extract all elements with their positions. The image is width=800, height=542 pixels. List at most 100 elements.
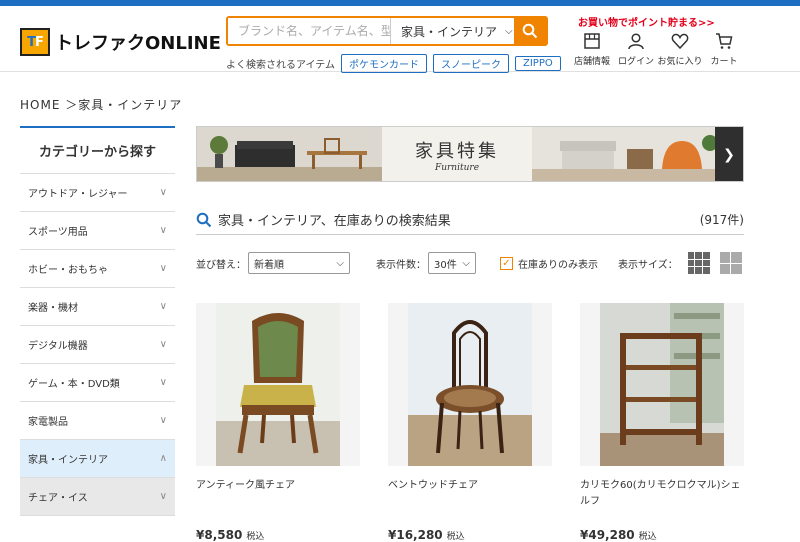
chevron-right-icon[interactable]: ❯ [715,127,743,181]
cart-icon [716,33,733,49]
cart-button[interactable]: カート [702,32,746,67]
per-page-value: 30件 [434,259,457,271]
banner-title: 家具特集 [415,141,499,162]
logo-text: トレファクONLINE [55,33,221,54]
product-name[interactable]: アンティーク風チェア [196,478,360,514]
sidebar-item-sports[interactable]: スポーツ用品 ∨ [20,212,175,250]
popular-tag[interactable]: ZIPPO [515,56,561,71]
chevron-down-icon: ∨ [159,301,167,312]
sidebar-item-label: 楽器・機材 [28,303,78,314]
search-button[interactable] [514,18,546,44]
sidebar-item-digital[interactable]: デジタル機器 ∨ [20,326,175,364]
banner-photo-right [532,127,717,181]
sidebar-item-label: ゲーム・本・DVD類 [28,379,120,390]
results-heading: 家具・インテリア、在庫ありの検索結果 (917件) [196,205,744,235]
login-button[interactable]: ログイン [614,32,658,67]
chevron-down-icon: ∨ [159,415,167,426]
search-input[interactable] [228,18,390,44]
per-page-label: 表示件数： [376,259,426,271]
store-info-button[interactable]: 店舗情報 [570,32,614,67]
points-promo-link[interactable]: お買い物でポイント貯まる>> [578,14,715,29]
sidebar-item-outdoor[interactable]: アウトドア・レジャー ∨ [20,174,175,212]
breadcrumb-home[interactable]: HOME [20,98,60,112]
banner-subtitle: Furniture [434,163,480,173]
results-count: (917件) [699,213,744,227]
sidebar-item-label: 家電製品 [28,417,68,428]
product-name[interactable]: カリモク60(カリモクロクマル)シェルフ [580,478,744,514]
store-icon [584,33,600,49]
product-price: ¥49,280 税込 [580,528,744,542]
popular-tag[interactable]: ポケモンカード [341,54,427,73]
site-header: TF トレファクONLINE 家具・インテリア ⌵ よく検索されるアイテム ポケ… [0,6,800,73]
user-icon [628,33,644,50]
popular-tag[interactable]: スノーピーク [433,54,509,73]
furniture-feature-banner[interactable]: 家具特集 Furniture ❯ [196,126,744,182]
product-card[interactable]: カリモク60(カリモクロクマル)シェルフ ¥49,280 税込 [580,303,744,542]
product-name[interactable]: ベントウッドチェア [388,478,552,514]
list-controls: 並び替え： 新着順 ⌵ 表示件数： 30件 ⌵ ✓ 在庫ありのみ表示 表示サイズ… [196,250,744,276]
shelf-image [600,303,724,466]
sort-label: 並び替え： [196,259,246,271]
product-price-value: ¥49,280 [580,528,635,542]
sidebar-item-hobby[interactable]: ホビー・おもちゃ ∨ [20,250,175,288]
product-card[interactable]: ベントウッドチェア ¥16,280 税込 [388,303,552,542]
breadcrumb: HOME ＞家具・インテリア [20,96,182,113]
search-icon [522,23,538,39]
chevron-down-icon: ∨ [159,491,167,502]
sidebar-item-label: 家具・インテリア [28,455,108,466]
chevron-down-icon: ⌵ [336,257,344,269]
search-category-select[interactable]: 家具・インテリア ⌵ [390,18,514,44]
chevron-down-icon: ⌵ [462,257,470,269]
chevron-up-icon: ∧ [159,453,167,464]
store-info-label: 店舗情報 [573,57,610,67]
sidebar-title: カテゴリーから探す [20,126,175,174]
favorites-button[interactable]: お気に入り [658,32,703,67]
sidebar-item-label: アウトドア・レジャー [28,189,128,200]
tax-label: 税込 [446,532,465,542]
sidebar-item-appliances[interactable]: 家電製品 ∨ [20,402,175,440]
product-card[interactable]: アンティーク風チェア ¥8,580 税込 [196,303,360,542]
header-icon-nav: 店舗情報 ログイン お気に入り カート [570,32,746,67]
in-stock-checkbox[interactable]: ✓ [500,256,513,270]
product-image[interactable] [580,303,744,466]
sort-select[interactable]: 新着順 ⌵ [248,252,350,274]
display-size-label: 表示サイズ： [618,259,678,271]
tax-label: 税込 [246,532,265,542]
product-image[interactable] [196,303,360,466]
chevron-down-icon: ∨ [159,339,167,350]
chair-image [408,303,532,466]
logo-mark-icon: TF [20,28,50,56]
breadcrumb-current: 家具・インテリア [78,98,183,112]
product-price: ¥8,580 税込 [196,528,360,542]
chevron-down-icon: ∨ [159,263,167,274]
popular-searches: よく検索されるアイテム ポケモンカード スノーピーク ZIPPO [226,54,561,73]
sidebar-subitem-chairs[interactable]: チェア・イス ∨ [20,478,175,516]
sidebar-item-instruments[interactable]: 楽器・機材 ∨ [20,288,175,326]
product-price: ¥16,280 税込 [388,528,552,542]
sort-value: 新着順 [254,259,284,271]
sidebar-item-label: デジタル機器 [28,341,88,352]
chair-image [216,303,340,466]
product-price-value: ¥8,580 [196,528,243,542]
banner-photo-left [197,127,382,181]
sidebar-item-label: スポーツ用品 [28,227,88,238]
grid-large-icon[interactable] [719,252,742,274]
chevron-down-icon: ∨ [159,377,167,388]
popular-label: よく検索されるアイテム [226,60,335,71]
sidebar-item-furniture[interactable]: 家具・インテリア ∧ [20,440,175,478]
product-image[interactable] [388,303,552,466]
grid-small-icon[interactable] [687,252,710,274]
banner-title-block: 家具特集 Furniture [382,127,532,181]
chevron-down-icon: ∨ [159,225,167,236]
search-category-value: 家具・インテリア [401,24,498,39]
per-page-select[interactable]: 30件 ⌵ [428,252,476,274]
login-label: ログイン [617,57,654,67]
heart-icon [671,33,689,50]
tax-label: 税込 [638,532,657,542]
sidebar-item-games[interactable]: ゲーム・本・DVD類 ∨ [20,364,175,402]
site-logo[interactable]: TF トレファクONLINE [20,28,221,56]
in-stock-label[interactable]: 在庫ありのみ表示 [518,256,598,271]
search-icon [196,212,212,227]
product-price-value: ¥16,280 [388,528,443,542]
sidebar-item-label: チェア・イス [28,493,88,504]
